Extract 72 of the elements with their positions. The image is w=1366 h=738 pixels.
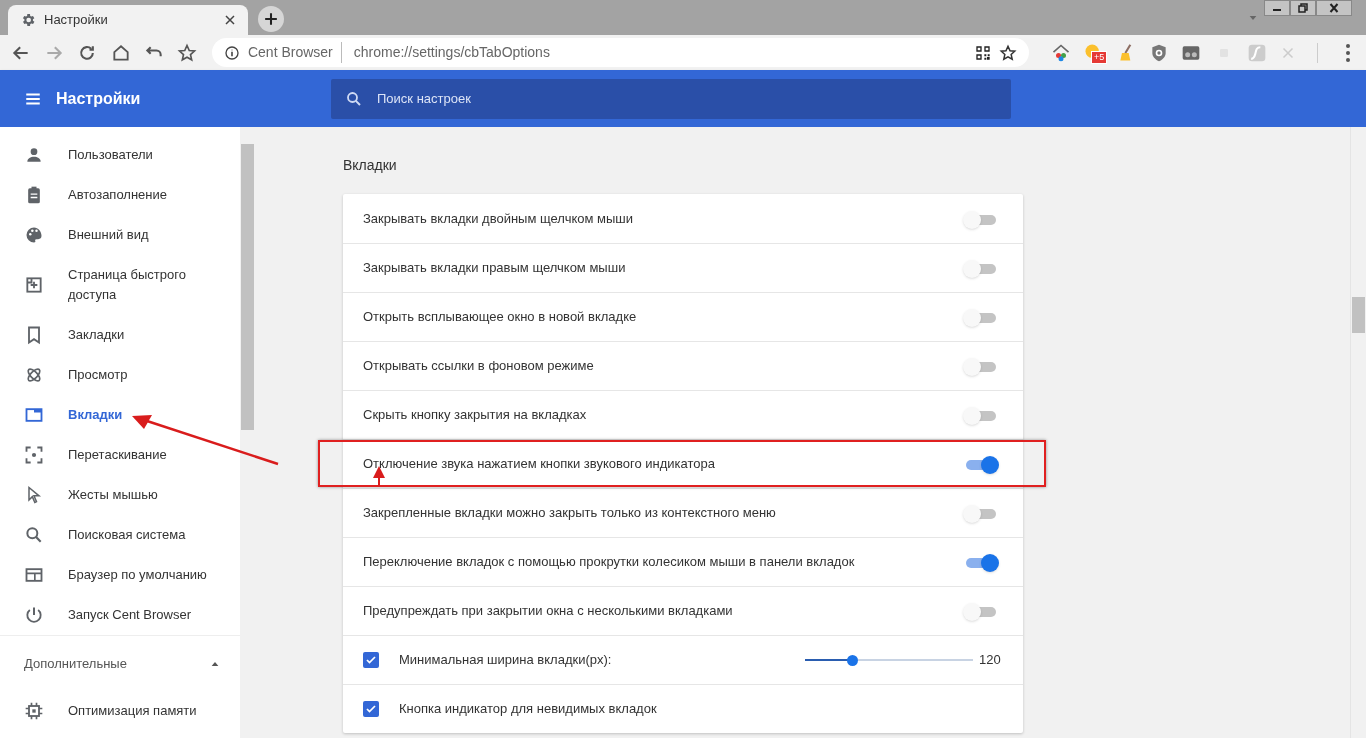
browser-window-icon — [24, 565, 44, 585]
frame-icon — [24, 445, 44, 465]
info-icon — [223, 44, 240, 61]
plus-box-icon — [24, 275, 44, 295]
chip-icon — [24, 701, 44, 721]
close-icon — [1328, 3, 1340, 13]
atom-icon — [24, 365, 44, 385]
setting-label: Минимальная ширина вкладки(px): — [399, 651, 613, 670]
power-icon — [24, 605, 44, 625]
gear-icon — [20, 12, 36, 28]
scrollbar-thumb[interactable] — [241, 144, 254, 430]
plus-icon — [264, 12, 278, 26]
restore-icon — [1297, 3, 1309, 13]
sidebar-item[interactable]: Перетаскивание — [0, 435, 240, 475]
sidebar-item[interactable]: Жесты мышью — [0, 475, 240, 515]
setting-label: Кнопка индикатор для невидимых вкладок — [399, 700, 658, 719]
scrollbar-thumb[interactable] — [1352, 297, 1365, 333]
setting-label: Закрывать вкладки правым щелчком мыши — [363, 259, 627, 278]
setting-label: Открывать ссылки в фоновом режиме — [363, 357, 595, 376]
search-input[interactable]: Поиск настроек — [377, 88, 997, 109]
sidebar-item[interactable]: Закладки — [0, 315, 240, 355]
restore-button[interactable] — [1290, 0, 1316, 16]
site-label: Cent Browser — [247, 42, 342, 63]
setting-label: Отключение звука нажатием кнопки звукового индикатора — [363, 455, 716, 474]
setting-label: Открыть всплывающее окно в новой вкладке — [363, 308, 638, 327]
page-title: Настройки — [56, 88, 142, 109]
setting-label: Скрыть кнопку закрытия на вкладках — [363, 406, 588, 425]
sidebar-item[interactable]: Автозаполнение — [0, 175, 240, 215]
star-icon — [177, 42, 198, 63]
tab-title: Настройки — [44, 11, 109, 30]
palette-icon — [24, 225, 44, 245]
sidebar-item[interactable]: Вкладки — [0, 395, 240, 435]
star-icon — [999, 43, 1017, 62]
close-button[interactable] — [1316, 0, 1352, 16]
search-icon — [345, 89, 363, 108]
slider-value: 120 — [979, 651, 1002, 670]
search-icon — [24, 525, 44, 545]
search-bar[interactable]: Поиск настроек — [331, 78, 1011, 119]
checkbox[interactable] — [363, 701, 379, 717]
annotation-arrow — [372, 466, 386, 486]
new-tab-button[interactable] — [258, 6, 284, 32]
url-text: chrome://settings/cbTabOptions — [352, 43, 551, 62]
section-title: Вкладки — [343, 156, 398, 175]
sidebar-item[interactable]: Просмотр — [0, 355, 240, 395]
qr-code-icon — [975, 44, 991, 61]
caret-down-icon — [1248, 14, 1258, 22]
flash-icon — [1247, 42, 1267, 63]
scrollbar[interactable] — [1350, 127, 1366, 738]
person-icon — [24, 145, 44, 165]
browser-tab[interactable]: Настройки — [8, 5, 248, 35]
close-icon — [224, 14, 236, 26]
sidebar-item[interactable]: Оптимизация памяти — [0, 691, 240, 731]
minimize-button[interactable] — [1264, 0, 1290, 16]
slider-thumb[interactable] — [847, 655, 859, 666]
check-icon — [365, 703, 377, 715]
sidebar-item[interactable]: Пользователи — [0, 135, 240, 175]
sidebar-item[interactable]: Запуск Cent Browser — [0, 595, 240, 635]
shield-icon — [1149, 42, 1169, 63]
setting-label: Закрывать вкладки двойным щелчком мыши — [363, 209, 634, 228]
address-bar[interactable]: Cent Browser chrome://settings/cbTabOptions — [211, 38, 1029, 67]
window-icon — [24, 405, 44, 425]
check-icon — [365, 654, 377, 666]
setting-label: Предупреждать при закрытии окна с несколькими вкладками — [363, 602, 734, 621]
setting-label: Переключение вкладок с помощью прокрутки колесиком мыши в панели вкладок — [363, 553, 856, 572]
checkbox[interactable] — [363, 652, 379, 668]
sidebar-item[interactable]: Страница быстрого доступа — [0, 255, 240, 315]
setting-label: Закрепленные вкладки можно закрыть только из контекстного меню — [363, 504, 777, 523]
sidebar-item[interactable]: Поисковая система — [0, 515, 240, 555]
sidebar-item[interactable]: Внешний вид — [0, 215, 240, 255]
sidebar-item[interactable]: Браузер по умолчанию — [0, 555, 240, 595]
house-icon — [1051, 42, 1071, 63]
more-vertical-icon — [1346, 43, 1350, 62]
